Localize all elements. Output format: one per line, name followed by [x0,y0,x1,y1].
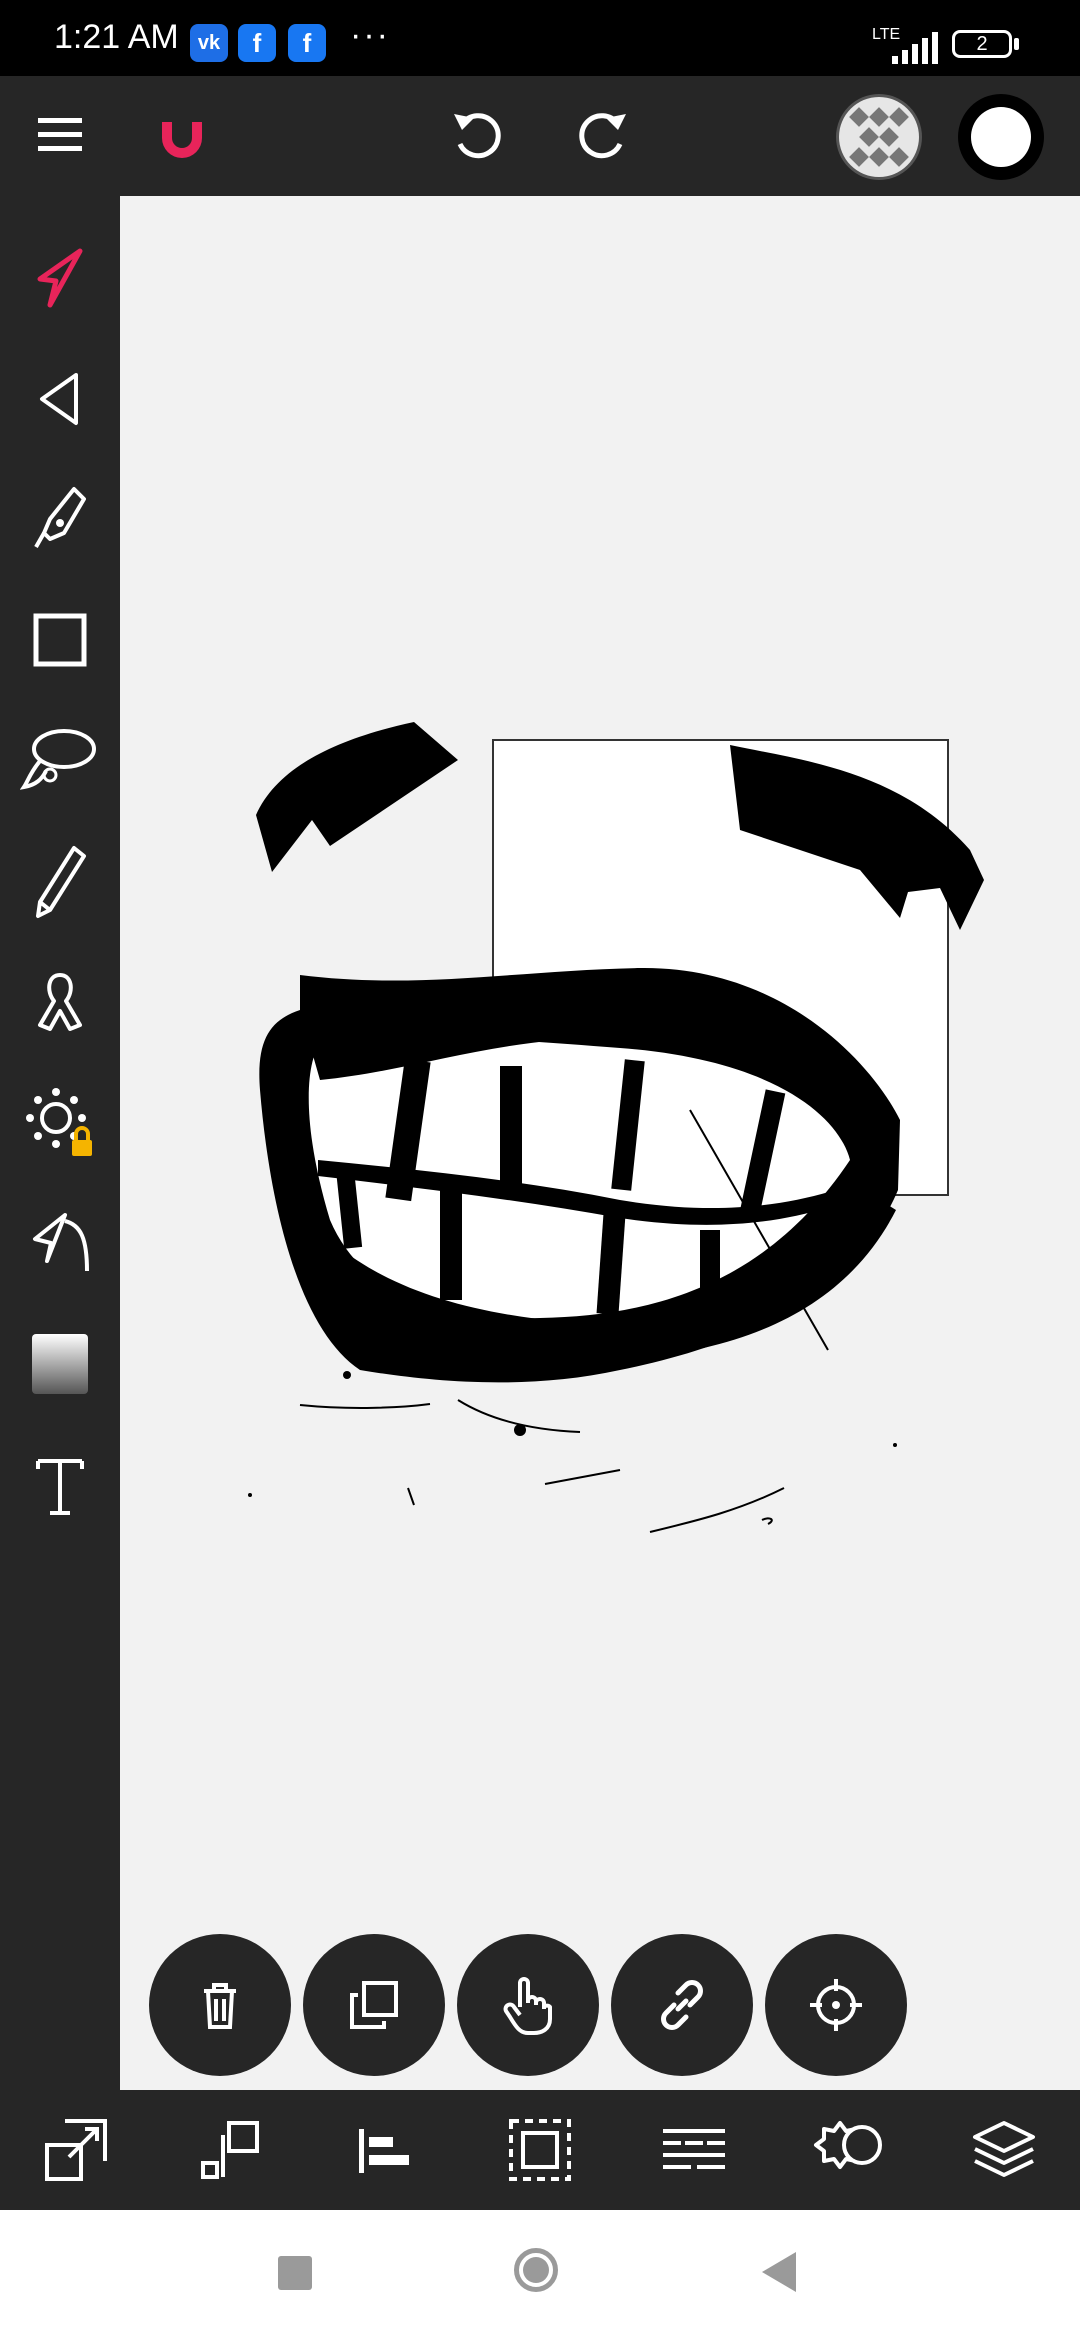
undo-icon[interactable] [446,104,510,168]
touch-select-button[interactable] [457,1934,599,2076]
pen-icon[interactable] [20,478,100,558]
group-select-icon [509,2119,571,2181]
facebook-icon: f [238,24,276,62]
distribute-button[interactable] [656,2112,732,2188]
link-icon [661,1980,703,2030]
sun-effect-icon[interactable] [20,1082,100,1162]
magnet-icon[interactable] [150,104,214,168]
status-bar: 1:21 AM vk f f ··· LTE 2 [0,0,1080,76]
transparency-icon[interactable] [836,94,922,180]
color-swatch-icon[interactable] [958,94,1044,180]
align-objects-icon [201,2121,259,2179]
system-nav-bar [0,2210,1080,2340]
top-toolbar [0,76,1080,196]
facebook-icon: f [288,24,326,62]
transform-icon [45,2119,107,2181]
home-icon[interactable] [514,2248,558,2292]
drawing-canvas[interactable] [120,196,1080,2090]
rectangle-icon[interactable] [20,600,100,680]
effects-settings-icon [814,2121,882,2169]
signal-icon [892,32,938,64]
battery-icon: 2 [952,30,1012,58]
lasso-icon[interactable] [20,718,100,798]
redo-icon[interactable] [570,104,634,168]
ribbon-icon[interactable] [20,962,100,1042]
hand-pointer-icon [503,1977,552,2035]
menu-icon[interactable] [30,104,90,164]
duplicate-button[interactable] [303,1934,445,2076]
align-left-icon [359,2129,409,2173]
duplicate-icon [350,1981,398,2029]
align-objects-button[interactable] [192,2112,268,2188]
group-select-button[interactable] [502,2112,578,2188]
status-time: 1:21 AM [54,18,179,56]
transform-button[interactable] [38,2112,114,2188]
align-left-button[interactable] [346,2112,422,2188]
drawing-artwork [248,722,984,1533]
link-button[interactable] [611,1934,753,2076]
select-arrow-icon[interactable] [20,238,100,318]
target-icon [810,1979,862,2031]
effects-settings-button[interactable] [812,2112,888,2188]
direct-select-icon[interactable] [20,358,100,438]
battery-level: 2 [976,32,988,55]
curve-arrow-icon[interactable] [20,1204,100,1284]
vk-icon: vk [190,24,228,62]
back-icon[interactable] [762,2252,796,2292]
pencil-icon[interactable] [20,842,100,922]
delete-button[interactable] [149,1934,291,2076]
more-dots-icon: ··· [350,16,390,54]
text-icon[interactable] [20,1446,100,1526]
tool-sidebar [0,196,120,2090]
recent-apps-icon[interactable] [278,2256,312,2290]
layers-icon [973,2121,1035,2177]
gradient-icon[interactable] [20,1324,100,1404]
center-button[interactable] [765,1934,907,2076]
trash-icon [204,1983,236,2029]
distribute-icon [663,2129,725,2169]
layers-button[interactable] [966,2112,1042,2188]
